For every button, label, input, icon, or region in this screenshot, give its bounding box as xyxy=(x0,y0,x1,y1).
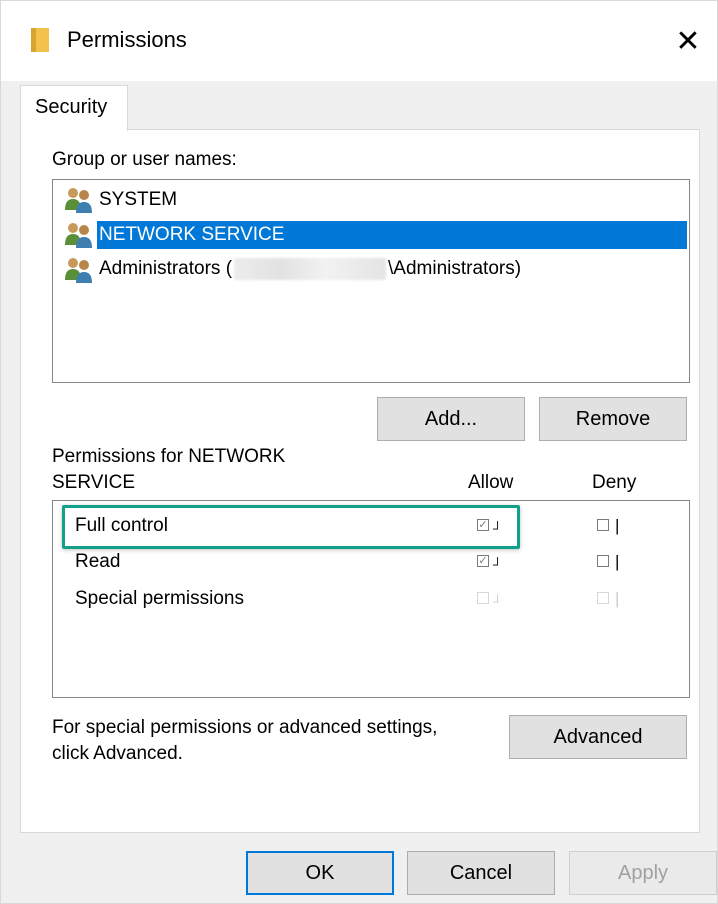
permissions-for-label-line1: Permissions for NETWORK xyxy=(52,446,286,467)
user-name-system: SYSTEM xyxy=(99,188,178,210)
permission-name-full-control: Full control xyxy=(75,515,168,536)
apply-button[interactable]: Apply xyxy=(569,851,717,895)
tab-security-label: Security xyxy=(35,96,108,118)
allow-checkbox-special xyxy=(477,592,489,604)
permissions-for-label-line2: SERVICE xyxy=(52,472,136,493)
tab-security[interactable]: Security xyxy=(20,85,128,131)
permission-name-read: Read xyxy=(75,551,121,572)
ok-button[interactable]: OK xyxy=(246,851,394,895)
cancel-button[interactable]: Cancel xyxy=(407,851,555,895)
cursor-mark: ┘ xyxy=(493,557,503,572)
deny-checkbox-special xyxy=(597,592,609,604)
window-title: Permissions xyxy=(67,27,187,52)
list-item-user-network-service[interactable]: NETWORK SERVICE xyxy=(63,218,687,251)
list-item-user-system[interactable]: SYSTEM xyxy=(63,183,185,216)
user-name-administrators-suffix: \Administrators) xyxy=(388,258,522,280)
allow-checkbox-read[interactable]: ✓ xyxy=(477,555,489,567)
close-button[interactable]: ✕ xyxy=(659,15,717,67)
advanced-note-line1: For special permissions or advanced sett… xyxy=(52,717,438,738)
user-name-administrators: Administrators ( \Administrators) xyxy=(99,258,529,281)
cursor-mark: | xyxy=(615,516,620,535)
deny-checkbox-full-control[interactable] xyxy=(597,519,609,531)
cursor-mark: | xyxy=(615,552,620,571)
allow-column-header: Allow xyxy=(468,472,514,493)
remove-button[interactable]: Remove xyxy=(539,397,687,441)
close-icon: ✕ xyxy=(675,24,701,58)
folder-icon xyxy=(31,28,49,52)
allow-checkbox-full-control[interactable]: ✓ xyxy=(477,519,489,531)
group-names-label: Group or user names: xyxy=(52,149,237,170)
permission-name-special: Special permissions xyxy=(75,588,244,609)
users-icon xyxy=(65,257,92,283)
users-icon xyxy=(65,187,92,213)
add-button[interactable]: Add... xyxy=(377,397,525,441)
title-bar: Permissions ✕ xyxy=(1,1,717,81)
user-name-administrators-prefix: Administrators ( xyxy=(99,258,233,280)
advanced-note-line2: click Advanced. xyxy=(52,743,183,764)
advanced-button[interactable]: Advanced xyxy=(509,715,687,759)
cursor-mark: ┘ xyxy=(493,594,503,609)
redacted-domain xyxy=(234,258,387,281)
users-icon xyxy=(65,222,92,248)
deny-column-header: Deny xyxy=(592,472,637,493)
cursor-mark: ┘ xyxy=(493,521,503,536)
cursor-mark: | xyxy=(615,589,620,608)
permissions-dialog: Permissions ✕ Security Group or user nam… xyxy=(0,0,718,904)
deny-checkbox-read[interactable] xyxy=(597,555,609,567)
list-item-user-administrators[interactable]: Administrators ( \Administrators) xyxy=(63,253,529,286)
permissions-list: Full control ✓ ┘ | Read ✓ ┘ | Special pe… xyxy=(52,500,690,698)
user-list[interactable]: SYSTEM NETWORK SERVICE Administrators ( \… xyxy=(52,179,690,383)
user-name-network-service: NETWORK SERVICE xyxy=(97,220,687,249)
